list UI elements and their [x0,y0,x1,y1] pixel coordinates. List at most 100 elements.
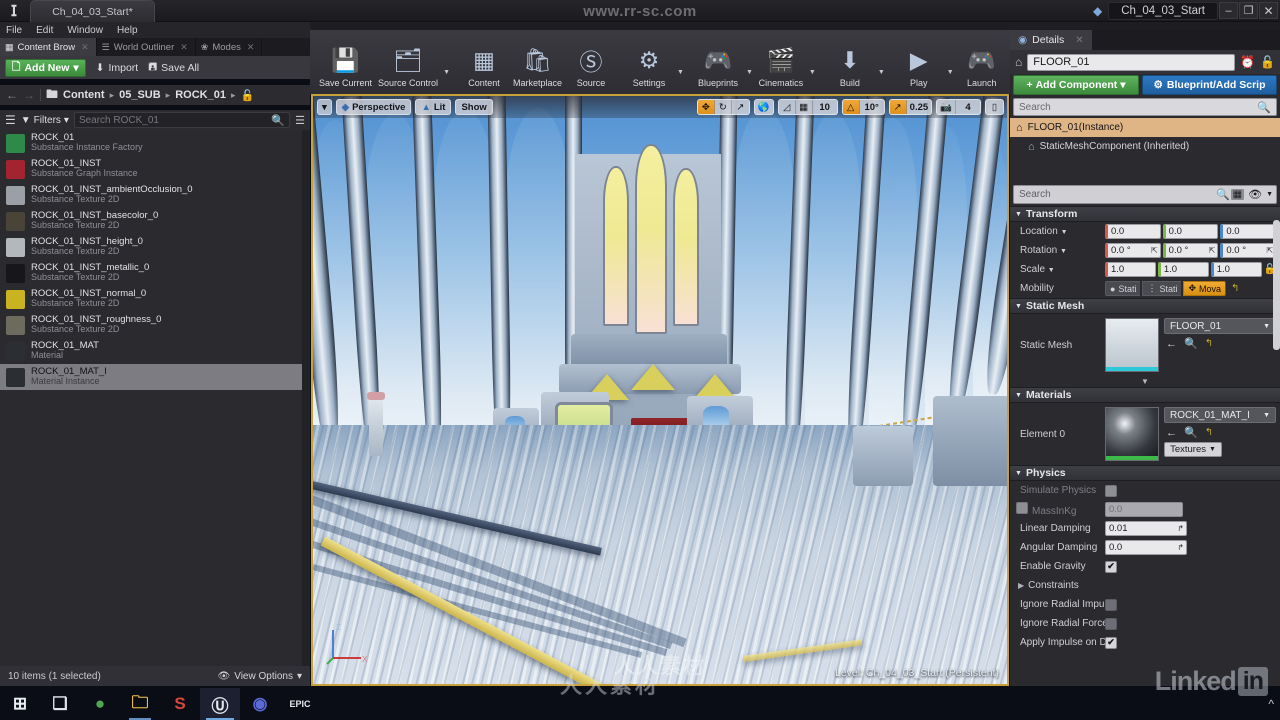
static-mesh-combo[interactable]: FLOOR_01 ▼ [1164,318,1276,334]
toolbar-launch-button[interactable]: 🎮 Launch [956,34,1008,90]
component-row-staticmesh[interactable]: ⌂ StaticMeshComponent (Inherited) [1010,137,1280,156]
chevron-down-icon[interactable]: ▼ [744,69,755,76]
blueprint-add-script-button[interactable]: ⚙ Blueprint/Add Scrip [1142,75,1277,95]
rotation-x-input[interactable]: 0.0 ° ⇱ [1105,243,1161,258]
toolbar-build-button[interactable]: ⬇ Build [824,34,876,90]
asset-row[interactable]: ROCK_01_INST_roughness_0 Substance Textur… [0,312,302,338]
toolbar-settings-button[interactable]: ⚙ Settings [623,34,675,90]
chevron-down-icon[interactable]: ▼ [441,69,452,76]
tab-world-outliner[interactable]: ☰ World Outliner ✕ [97,38,196,56]
rotation-y-input[interactable]: 0.0 ° ⇱ [1162,243,1219,258]
property-search-input[interactable]: Search 🔍 ▦ 👁 ▼ [1013,185,1277,204]
unreal-engine-icon[interactable]: Ⓤ [200,688,240,720]
camera-mode-button[interactable]: ◆ Perspective [335,99,412,115]
breadcrumb-05-sub[interactable]: 05_SUB [119,89,161,101]
rotation-snap-icon[interactable]: △ [842,100,860,114]
spinner-icon[interactable]: ⇱ [1209,246,1216,255]
section-materials-header[interactable]: ▼ Materials [1010,387,1280,403]
add-component-button[interactable]: + Add Component ▾ [1013,75,1139,95]
grid-snap-icon[interactable]: ▦ [796,100,813,114]
add-new-button[interactable]: 🗋 Add New ▾ [5,58,86,77]
nav-forward-icon[interactable]: → [23,88,35,102]
scale-gizmo-icon[interactable]: ↗ [732,100,749,114]
windows-start-icon[interactable]: ⊞ [0,688,40,720]
close-icon[interactable]: ✕ [1075,35,1083,46]
menu-help[interactable]: Help [117,25,138,36]
camera-speed-value[interactable]: 4 [956,100,980,114]
mobility-static-button[interactable]: ● Stati [1105,281,1141,296]
location-y-input[interactable]: 0.0 [1162,224,1219,239]
save-all-button[interactable]: 🖪 Save All [148,59,199,77]
physics-number-input[interactable]: 0.01 ↱ [1105,521,1187,536]
tray-chevron-icon[interactable]: ^ [1268,697,1274,711]
epic-games-icon[interactable]: EPIC [280,688,320,720]
mobility-stationary-button[interactable]: ⋮ Stati [1142,281,1182,296]
view-options-button[interactable]: 👁 View Options ▾ [218,671,302,682]
lock-icon[interactable]: 🔓 [240,89,254,102]
location-z-input[interactable]: 0.0 [1220,224,1277,239]
content-browser-scrollbar[interactable] [302,130,310,666]
toolbar-marketplace-button[interactable]: 🛍 Marketplace [510,34,565,90]
breadcrumb-content[interactable]: Content [63,89,105,101]
material-thumbnail[interactable] [1105,407,1159,461]
asset-row[interactable]: ROCK_01 Substance Instance Factory [0,130,302,156]
material-combo[interactable]: ROCK_01_MAT_I ▼ [1164,407,1276,423]
component-row-floor01[interactable]: ⌂ FLOOR_01(Instance) [1010,118,1280,137]
asset-row[interactable]: ROCK_01_MAT_I Material Instance [0,364,302,390]
toolbar-save-current-button[interactable]: 💾 Save Current [316,34,375,90]
browse-back-icon[interactable]: ← [1166,338,1177,350]
tab-modes[interactable]: ❀ Modes ✕ [196,38,263,56]
tab-close-icon[interactable]: ✕ [247,42,255,53]
scale-snap-icon[interactable]: ↗ [889,100,907,114]
viewport-options-button[interactable]: ▾ [317,99,332,115]
menu-window[interactable]: Window [67,25,103,36]
world-coords-icon[interactable]: 🌎 [755,100,773,114]
toolbar-play-button[interactable]: ▶ Play [893,34,945,90]
toolbar-content-button[interactable]: ▦ Content [458,34,510,90]
surface-snap-icon[interactable]: ◿ [779,100,796,114]
show-menu-button[interactable]: Show [455,99,493,115]
chevron-down-icon[interactable]: ▼ [876,69,887,76]
tab-details[interactable]: ◉ Details ✕ [1010,30,1092,50]
reset-icon[interactable]: ↰ [1205,338,1213,349]
chevron-down-icon[interactable]: ▼ [1061,229,1068,236]
filters-button[interactable]: ▼ Filters ▾ [21,115,69,126]
close-button[interactable]: ✕ [1259,2,1278,19]
substance-designer-icon[interactable]: S [160,688,200,720]
spinner-icon[interactable]: ↱ [1177,543,1184,552]
component-search-input[interactable]: Search 🔍 [1013,98,1277,116]
physics-checkbox[interactable]: ✔ [1105,560,1117,573]
tab-close-icon[interactable]: ✕ [81,42,89,53]
physics-checkbox[interactable]: ✔ [1105,636,1117,649]
chevron-down-icon[interactable]: ▼ [945,69,956,76]
asset-row[interactable]: ROCK_01_INST_ambientOcclusion_0 Substance… [0,182,302,208]
menu-edit[interactable]: Edit [36,25,53,36]
mass-input[interactable]: 0.0 [1105,502,1183,517]
asset-row[interactable]: ROCK_01_INST_metallic_0 Substance Texture… [0,260,302,286]
move-gizmo-icon[interactable]: ✥ [697,100,715,114]
toolbar-source-button[interactable]: Ⓢ Source [565,34,617,90]
rotate-gizmo-icon[interactable]: ↻ [715,100,732,114]
toolbar-source-control-button[interactable]: 🗂 Source Control [375,34,441,90]
tab-close-icon[interactable]: ✕ [180,42,188,53]
rotation-snap-value[interactable]: 10° [860,100,884,114]
project-tab[interactable]: Ch_04_03_Start* [30,0,155,22]
chevron-down-icon[interactable]: ▼ [807,69,818,76]
browse-back-icon[interactable]: ← [1166,427,1177,439]
spinner-icon[interactable]: ⇱ [1151,246,1158,255]
asset-row[interactable]: ROCK_01_MAT Material [0,338,302,364]
asset-list[interactable]: ROCK_01 Substance Instance Factory ROCK_01… [0,130,302,666]
grid-snap-value[interactable]: 10 [813,100,837,114]
asset-row[interactable]: ROCK_01_INST_basecolor_0 Substance Textur… [0,208,302,234]
level-viewport[interactable]: ▾ ◆ Perspective ▲ Lit Show ✥ ↻ ↗ 🌎 ◿ ▦ 1… [311,94,1009,686]
chevron-down-icon[interactable]: ▼ [1060,248,1067,255]
reset-icon[interactable]: ↰ [1228,283,1239,294]
actor-name-input[interactable]: FLOOR_01 [1027,53,1236,71]
textures-button[interactable]: Textures ▼ [1164,442,1222,457]
eye-icon[interactable]: 👁 [1248,188,1262,201]
physics-checkbox[interactable] [1105,484,1117,497]
search-input[interactable]: Search ROCK_01 🔍 [73,112,291,128]
epic-launcher-icon[interactable]: ◉ [240,688,280,720]
chevron-down-icon[interactable]: ▼ [1048,267,1055,274]
spinner-icon[interactable]: ↱ [1177,524,1184,533]
